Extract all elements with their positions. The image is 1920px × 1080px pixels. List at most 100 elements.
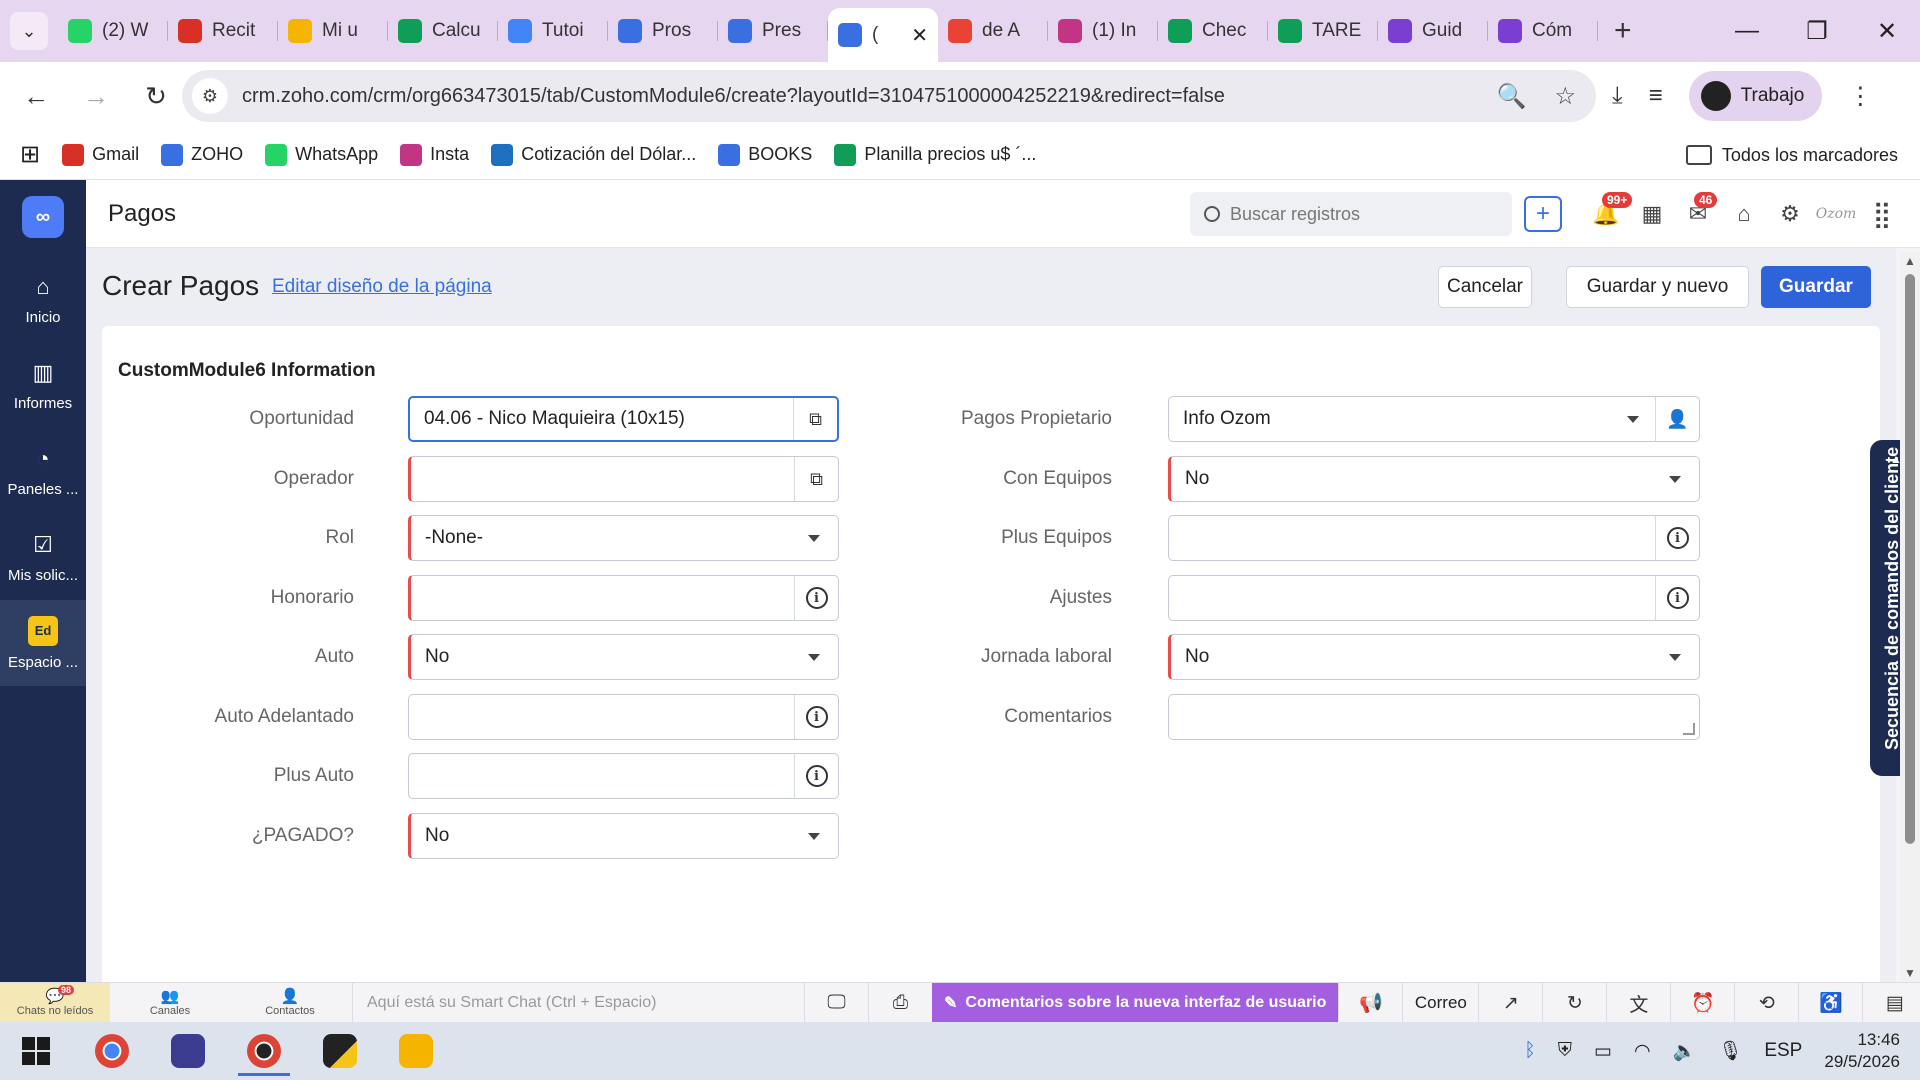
scroll-up-icon[interactable]: ▲ [1904,254,1916,268]
app-grid-icon[interactable]: ⣿ [1860,192,1904,236]
record-screen-icon[interactable]: ⎙ [868,983,932,1023]
field-input[interactable]: -None- [408,515,839,561]
browser-tab[interactable]: Cóm [1488,9,1598,53]
battery-icon[interactable]: ▭ [1594,1040,1612,1063]
field-input[interactable]: i [408,753,839,799]
field-input[interactable]: ⧉ [408,456,839,502]
dropdown-caret-icon[interactable] [808,654,820,661]
field-input[interactable]: No [408,634,839,680]
dropdown-caret-icon[interactable] [808,535,820,542]
sidebar-item[interactable]: ☑ Mis solic... [0,514,86,600]
field-input[interactable]: No [1168,456,1700,502]
browser-tab[interactable]: Pres [718,9,828,53]
org-logo[interactable]: Ozom [1814,192,1858,236]
signals-icon[interactable]: ↗ [1478,983,1542,1023]
all-bookmarks-button[interactable]: Todos los marcadores [1685,130,1898,180]
tab-search-button[interactable]: ⌄ [10,12,48,50]
browser-tab[interactable]: Pros [608,9,718,53]
edit-layout-link[interactable]: Editar diseño de la página [272,276,492,298]
dropdown-caret-icon[interactable] [1627,416,1639,423]
field-input[interactable] [1168,694,1700,740]
bookmark-item[interactable]: ZOHO [161,143,243,166]
field-input[interactable]: 04.06 - Nico Maquieira (10x15) ⧉ [408,396,839,442]
zoom-icon[interactable]: 🔍 [1497,82,1527,111]
address-bar[interactable]: ⚙ crm.zoho.com/crm/org663473015/tab/Cust… [182,70,1596,122]
field-value[interactable]: Info Ozom [1169,408,1271,430]
recent-items-icon[interactable]: ↻ [1542,983,1606,1023]
field-value[interactable]: No [411,825,449,847]
calculator-icon[interactable]: ▤ [1862,983,1920,1023]
apps-grid-icon[interactable]: ⊞ [20,140,40,169]
chrome-profile-taskbar-icon[interactable] [234,1026,294,1076]
alarm-clock-icon[interactable]: ⏰ [1670,983,1734,1023]
sidebar-item[interactable]: ◔ Paneles ... [0,428,86,514]
settings-gear-icon[interactable]: ⚙ [1768,192,1812,236]
notifications-bell-icon[interactable]: 🔔 99+ [1584,192,1633,236]
bookmark-item[interactable]: Planilla precios u$ ´... [834,143,1036,166]
volume-icon[interactable]: 🔈 [1673,1039,1697,1063]
browser-tab[interactable]: Guid [1378,9,1488,53]
g-app-taskbar-icon[interactable] [158,1026,218,1076]
user-lookup-icon[interactable]: 👤 [1655,397,1699,441]
microphone-icon[interactable]: 🎙 [1718,1039,1742,1063]
url-text[interactable]: crm.zoho.com/crm/org663473015/tab/Custom… [242,85,1225,108]
browser-tab[interactable]: (1) In [1048,9,1158,53]
browser-tab[interactable]: Chec [1158,9,1268,53]
site-info-icon[interactable]: ⚙ [192,78,228,114]
announcements-icon[interactable]: 📢 [1338,983,1402,1023]
field-input[interactable]: i [1168,575,1700,621]
screen-share-icon[interactable]: 🖵 [804,983,868,1023]
back-button[interactable]: ← [12,72,60,120]
dropdown-caret-icon[interactable] [808,833,820,840]
browser-tab[interactable]: (✕ [828,8,938,62]
bookmark-item[interactable]: WhatsApp [265,143,378,166]
search-records-input[interactable]: Buscar registros [1190,192,1512,236]
browser-tab[interactable]: de A [938,9,1048,53]
minimize-button[interactable]: — [1712,0,1782,62]
mail-button[interactable]: Correo [1402,983,1478,1023]
dropdown-caret-icon[interactable] [1669,654,1681,661]
accessibility-icon[interactable]: ♿ [1798,983,1862,1023]
field-input[interactable]: No [1168,634,1700,680]
bookmark-star-icon[interactable]: ☆ [1554,82,1576,111]
download-icon[interactable]: ⤓ [1612,82,1623,110]
field-input[interactable]: i [408,575,839,621]
sidebar-item[interactable]: ▥ Informes [0,342,86,428]
new-tab-button[interactable]: + [1614,14,1632,48]
browser-menu-icon[interactable]: ⋮ [1848,82,1872,111]
translate-icon[interactable]: 文 [1606,983,1670,1023]
save-button[interactable]: Guardar [1761,266,1871,308]
bookmark-item[interactable]: Cotización del Dólar... [491,143,696,166]
lookup-icon[interactable]: ⧉ [793,398,837,440]
resize-handle-icon[interactable] [1683,723,1695,735]
sidebar-item[interactable]: Ed Espacio ... [0,600,86,686]
profile-button[interactable]: Trabajo [1688,71,1823,121]
info-icon[interactable]: i [794,754,838,798]
field-input[interactable]: No [408,813,839,859]
reload-button[interactable]: ↻ [132,72,180,120]
language-indicator[interactable]: ESP [1764,1040,1802,1062]
smart-chat-input[interactable]: Aquí está su Smart Chat (Ctrl + Espacio) [352,983,802,1023]
save-and-new-button[interactable]: Guardar y nuevo [1566,266,1749,308]
main-scrollbar[interactable]: ▲ ▼ [1900,252,1920,982]
restore-button[interactable]: ❐ [1782,0,1852,62]
mail-icon[interactable]: ✉ 46 [1676,192,1720,236]
quick-create-button[interactable]: + [1524,196,1562,232]
contacts-button[interactable]: 👤 Contactos [230,983,350,1023]
history-icon[interactable]: ⟲ [1734,983,1798,1023]
cancel-button[interactable]: Cancelar [1438,266,1532,308]
close-tab-icon[interactable]: ✕ [911,23,928,48]
marketplace-icon[interactable]: ⌂ [1722,192,1766,236]
windows-start-icon[interactable] [22,1037,50,1065]
bookmark-item[interactable]: Gmail [62,143,139,166]
browser-tab[interactable]: Calcu [388,9,498,53]
browser-tab[interactable]: Tutoi [498,9,608,53]
forward-button[interactable]: → [72,72,120,120]
field-input[interactable]: i [408,694,839,740]
field-input[interactable]: Info Ozom 👤 [1168,396,1700,442]
info-icon[interactable]: i [1655,516,1699,560]
field-value[interactable]: No [1171,646,1209,668]
zoho-logo-icon[interactable]: ∞ [22,196,64,238]
browser-tab[interactable]: TARE [1268,9,1378,53]
dropdown-caret-icon[interactable] [1669,476,1681,483]
